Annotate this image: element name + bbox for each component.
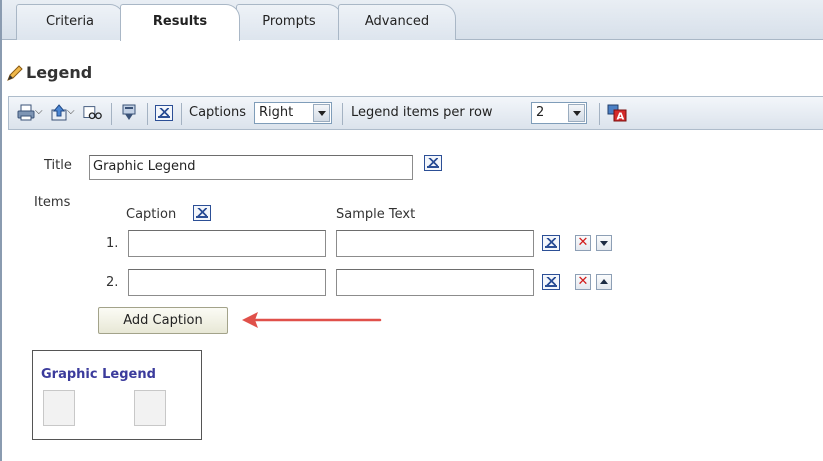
toolbar-separator: [181, 103, 182, 125]
sample-text-input[interactable]: [336, 230, 534, 257]
print-preview-icon[interactable]: [83, 104, 103, 122]
row-format-icon[interactable]: [542, 235, 560, 251]
add-caption-label: Add Caption: [123, 313, 203, 328]
row-format-icon[interactable]: [542, 274, 560, 290]
title-input-value: Graphic Legend: [93, 159, 196, 174]
title-format-icon[interactable]: [424, 155, 442, 171]
print-icon[interactable]: [17, 104, 37, 122]
legend-swatch: [43, 390, 75, 426]
section-title: Legend: [26, 63, 93, 82]
items-label: Items: [34, 195, 71, 210]
items-per-row-value: 2: [536, 105, 545, 120]
title-input[interactable]: Graphic Legend: [89, 155, 413, 180]
captions-label: Captions: [189, 105, 246, 120]
export-icon[interactable]: [49, 104, 69, 122]
row-number: 2.: [106, 275, 119, 290]
tab-advanced-label: Advanced: [364, 14, 430, 29]
caption-input[interactable]: [128, 230, 326, 257]
annotation-arrow-icon: [242, 312, 382, 328]
sample-text-input[interactable]: [336, 269, 534, 296]
tab-prompts[interactable]: Prompts: [236, 4, 342, 40]
captions-select[interactable]: Right: [254, 102, 332, 124]
caption-input[interactable]: [128, 269, 326, 296]
sample-text-column-header: Sample Text: [336, 207, 416, 222]
preview-title: Graphic Legend: [41, 367, 156, 382]
print-dropdown-chevron-icon[interactable]: ⌵: [35, 106, 43, 117]
tab-advanced[interactable]: Advanced: [338, 4, 456, 40]
export-dropdown-chevron-icon[interactable]: ⌵: [67, 106, 75, 117]
tab-prompts-label: Prompts: [262, 14, 316, 29]
tab-criteria[interactable]: Criteria: [16, 4, 124, 40]
items-per-row-label: Legend items per row: [351, 105, 493, 120]
delete-icon[interactable]: ✕: [575, 235, 591, 251]
captions-select-value: Right: [259, 105, 294, 120]
title-label: Title: [44, 158, 72, 173]
move-up-icon[interactable]: [596, 274, 612, 290]
svg-text:A: A: [617, 112, 625, 123]
items-per-row-select[interactable]: 2: [531, 102, 587, 124]
tab-results[interactable]: Results: [120, 4, 240, 41]
toolbar: ⌵ ⌵ Captions Right Legend items per row …: [8, 96, 823, 130]
text-style-icon[interactable]: A: [607, 104, 627, 122]
add-caption-button[interactable]: Add Caption: [98, 307, 228, 334]
caption-column-header: Caption: [126, 207, 177, 222]
move-down-icon[interactable]: [596, 235, 612, 251]
toolbar-separator: [342, 103, 343, 125]
tab-strip: Criteria Results Prompts Advanced: [2, 0, 823, 41]
tab-results-label: Results: [152, 14, 208, 29]
row-number: 1.: [106, 236, 119, 251]
tab-criteria-label: Criteria: [45, 14, 95, 29]
toolbar-separator: [111, 103, 112, 125]
chevron-down-icon[interactable]: [313, 104, 330, 122]
legend-swatch: [134, 390, 166, 426]
delete-icon[interactable]: ✕: [575, 274, 591, 290]
properties-icon[interactable]: [119, 104, 139, 122]
toolbar-separator: [147, 103, 148, 125]
format-icon[interactable]: [155, 105, 173, 121]
chevron-down-icon[interactable]: [568, 104, 585, 122]
toolbar-separator: [599, 103, 600, 125]
caption-format-icon[interactable]: [193, 205, 211, 221]
pencil-icon: [7, 65, 23, 81]
legend-preview: Graphic Legend: [32, 350, 202, 440]
